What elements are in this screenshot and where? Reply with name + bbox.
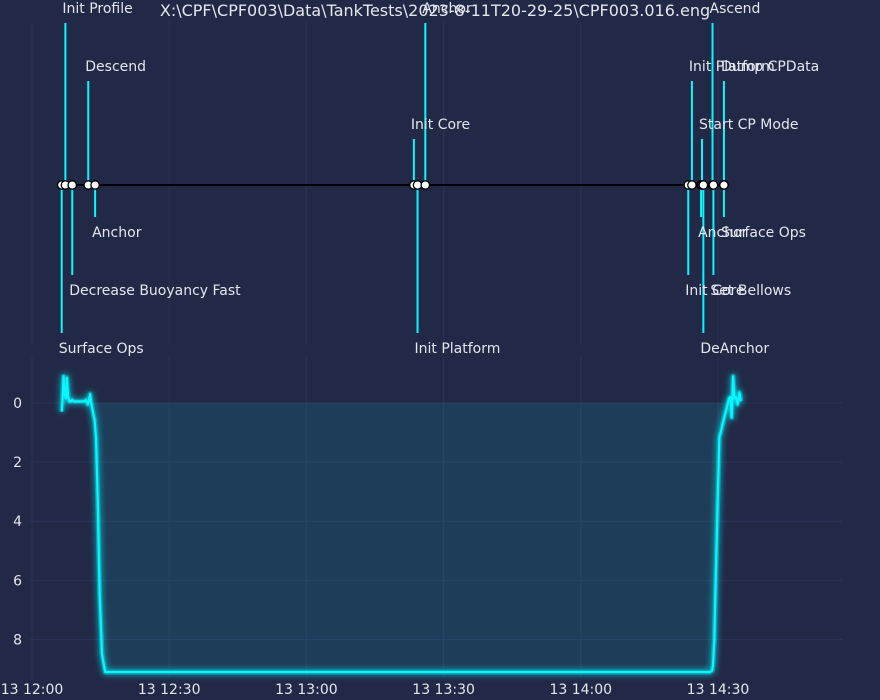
event-label: Start CP Mode — [699, 117, 798, 133]
y-tick-label: 6 — [13, 573, 22, 589]
y-tick-label: 8 — [13, 633, 22, 649]
event-label: Dump CPData — [721, 59, 819, 75]
x-tick-label: 13 13:00 — [275, 682, 338, 698]
depth-panel: 0 2 4 6 8 13 12:00 13 12:30 13 13:00 13 13:30 13 … — [1, 357, 842, 698]
event-label: Surface Ops — [721, 225, 806, 241]
event-marker — [420, 180, 431, 190]
event-label: Init Profile — [62, 1, 132, 17]
event-label: Set Bellows — [710, 283, 791, 299]
x-tick-label: 13 12:00 — [1, 682, 64, 698]
depth-area — [61, 376, 741, 673]
event-label: DeAnchor — [700, 341, 769, 357]
event-marker — [698, 180, 709, 190]
x-tick-label: 13 13:30 — [412, 682, 475, 698]
x-tick-label: 13 14:30 — [687, 682, 750, 698]
x-tick-label: 13 14:00 — [549, 682, 612, 698]
event-marker — [687, 180, 697, 190]
figure: X:\CPF\CPF003\Data\TankTests\2023-8-11T2… — [0, 0, 880, 700]
y-tick-label: 0 — [13, 396, 22, 412]
timeline-panel: Surface Ops Init Profile Decrease Buoyancy… — [31, 1, 819, 357]
event-label: Anchor — [92, 225, 142, 241]
x-tick-label: 13 12:30 — [138, 682, 201, 698]
event-label: Ascend — [710, 1, 761, 17]
event-label: Init Platform — [415, 341, 501, 357]
y-tick-label: 2 — [13, 455, 22, 471]
event-marker — [67, 180, 78, 190]
event-marker — [719, 180, 729, 190]
event-label: Init Core — [411, 117, 470, 133]
chart-canvas: Surface Ops Init Profile Decrease Buoyancy… — [1, 1, 842, 698]
event-label: Anchor — [422, 1, 472, 17]
event-label: Decrease Buoyancy Fast — [69, 283, 241, 299]
event-marker — [708, 180, 719, 190]
event-label: Surface Ops — [59, 341, 144, 357]
y-tick-label: 4 — [13, 514, 22, 530]
event-label: Descend — [85, 59, 146, 75]
event-marker — [90, 180, 100, 190]
